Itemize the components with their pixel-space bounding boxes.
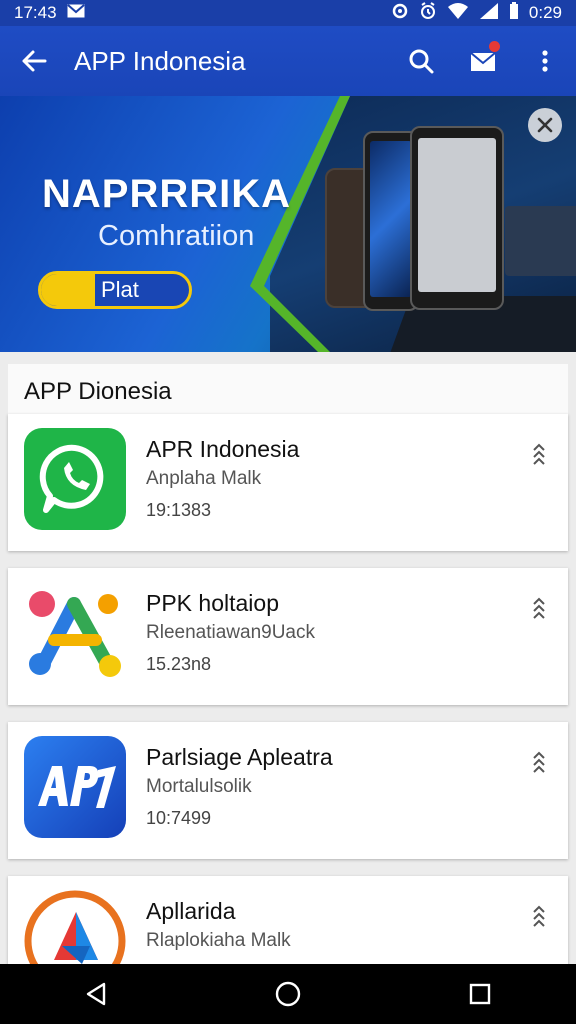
messages-button[interactable] [452, 26, 514, 96]
back-button[interactable] [0, 26, 68, 96]
notification-dot [489, 41, 500, 52]
sync-icon [391, 2, 409, 25]
laptop-image [505, 206, 576, 276]
page-title: APP Indonesia [74, 45, 246, 76]
battery-icon [509, 1, 519, 25]
circle-home-icon [275, 981, 301, 1007]
mail-notification-icon [66, 3, 85, 23]
promo-banner[interactable]: NAPRRRIKA Comhratiion Plat [0, 96, 576, 352]
more-vert-icon [542, 50, 548, 72]
whatsapp-icon [24, 428, 126, 530]
banner-play-button[interactable]: Plat [38, 271, 192, 309]
more-options-button[interactable] [514, 26, 576, 96]
banner-title: NAPRRRIKA [42, 172, 291, 216]
status-time: 17:43 [14, 3, 57, 22]
close-icon [537, 117, 553, 133]
envelope-icon [470, 52, 496, 71]
banner-close-button[interactable] [528, 108, 562, 142]
status-bar: 17:43 0:29 [0, 0, 576, 26]
app-list: APP Dionesia APR Indonesia Anplaha Malk … [0, 352, 576, 1013]
phone-image [410, 126, 504, 310]
status-clock: 0:29 [528, 3, 562, 22]
api-logo-icon [24, 736, 126, 838]
system-navigation-bar [0, 964, 576, 1024]
expand-chevron-icon[interactable] [532, 904, 546, 928]
search-icon [409, 49, 434, 74]
section-title: APP Dionesia [24, 378, 172, 405]
section-header: APP Dionesia [8, 364, 568, 416]
list-item[interactable]: PPK holtaiop Rleenatiawan9Uack 15.23n8 [8, 568, 568, 705]
square-recents-icon [469, 983, 491, 1005]
banner-play-label: Plat [101, 277, 139, 302]
app-subtitle: Rlaplokiaha Malk [146, 930, 291, 951]
app-name: Parlsiage Apleatra [146, 744, 333, 770]
app-subtitle: Rleenatiawan9Uack [146, 622, 315, 643]
app-number: 15.23n8 [146, 654, 212, 674]
app-subtitle: Anplaha Malk [146, 468, 262, 489]
nav-home-button[interactable] [248, 964, 328, 1024]
app-bar: APP Indonesia [0, 26, 576, 96]
expand-chevron-icon[interactable] [532, 750, 546, 774]
arrow-left-icon [22, 50, 47, 72]
expand-chevron-icon[interactable] [532, 596, 546, 620]
search-button[interactable] [390, 26, 452, 96]
nav-recents-button[interactable] [440, 964, 520, 1024]
list-item[interactable]: APR Indonesia Anplaha Malk 19:1383 [8, 414, 568, 551]
banner-subtitle: Comhratiion [98, 220, 255, 252]
app-name: PPK holtaiop [146, 590, 279, 616]
triangle-back-icon [86, 982, 106, 1006]
app-name: Apllarida [146, 898, 236, 924]
app-subtitle: Mortalulsolik [146, 776, 252, 797]
nav-back-button[interactable] [56, 964, 136, 1024]
multicolor-a-logo-icon [24, 582, 126, 684]
app-number: 19:1383 [146, 500, 212, 520]
app-number: 10:7499 [146, 808, 212, 828]
app-name: APR Indonesia [146, 436, 300, 462]
alarm-icon [419, 1, 437, 25]
list-item[interactable]: Parlsiage Apleatra Mortalulsolik 10:7499 [8, 722, 568, 859]
wifi-icon [447, 2, 469, 25]
expand-chevron-icon[interactable] [532, 442, 546, 466]
signal-icon [479, 2, 499, 25]
